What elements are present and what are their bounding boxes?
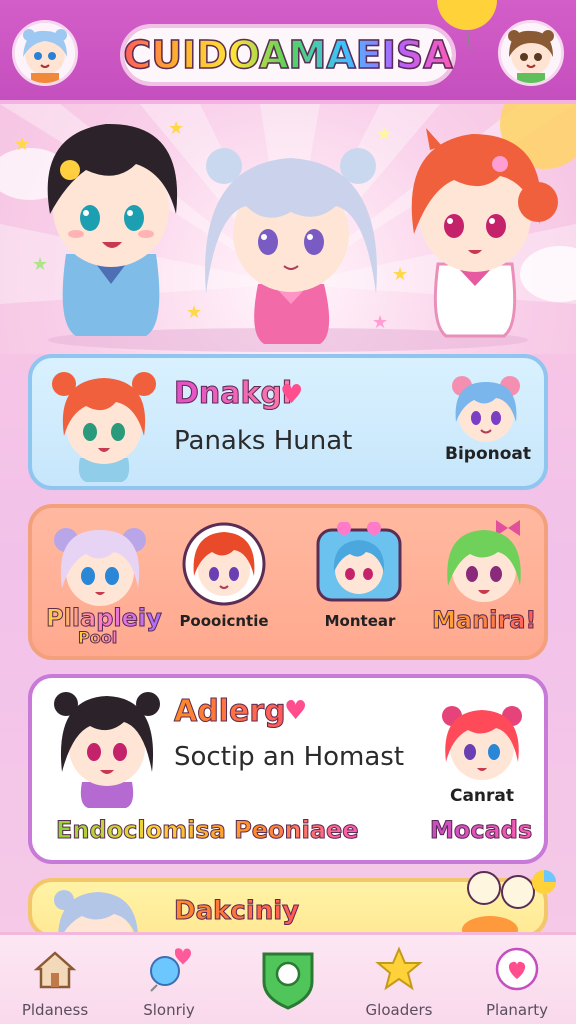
nav-item-slonriy[interactable]: Slonriy [114,945,224,1024]
balloons-icon [462,870,556,938]
blue-haired-chibi-portrait [452,376,520,442]
lavender-haired-chibi-portrait [54,528,146,606]
character-card-2[interactable]: Pllapleiy Pool Poooicntie Montear Manira… [28,504,548,660]
character-card-1[interactable]: Dnakgl ♥ Panaks Hunat Biponoat [28,354,548,490]
green-haired-chibi-portrait [447,520,521,602]
silver-haired-chibi-character [205,148,377,344]
orange-haired-chibi-portrait [52,372,156,482]
app-header: CUIDOAMAEISA [0,0,576,104]
slot-2-label: Poooicntie [179,612,269,630]
heart-balloon-icon [150,948,191,992]
house-icon [33,951,77,989]
slot-4-label: Manira! [431,606,537,635]
card-subtitle: Soctip an Homast [174,742,405,772]
blue-haired-chibi-portrait [316,522,402,602]
card-footer-right: Mocads [429,816,533,845]
heart-icon[interactable]: ♥ [284,696,307,726]
heart-circle-icon [495,947,539,991]
brown-haired-chibi-avatar-icon [501,23,561,83]
card-subtitle: Panaks Hunat [174,426,353,456]
slot-3-label: Montear [324,612,396,630]
card-title: Adlerg [174,694,287,730]
hero-banner: ★ ★ ★ ★ ★ ★ ★ [0,104,576,354]
black-haired-chibi-character [47,123,178,336]
star-icon [375,946,423,991]
nav-label: Gloaders [365,1001,433,1019]
blue-haired-chibi-avatar-icon [15,23,75,83]
nav-label: Pldaness [21,1001,89,1019]
card-title: Dakciniy [173,896,300,927]
card-footer-left: Endoclomisa Peoniaee [56,816,360,845]
red-haired-chibi-portrait [442,706,522,780]
nav-item-pldaness[interactable]: Pldaness [0,945,110,1024]
player-avatar-left[interactable] [12,20,78,86]
side-label: Canrat [449,786,515,806]
nav-label: Slonriy [143,1001,195,1019]
card-title: Dnakgl [173,376,293,412]
nav-item-gloaders[interactable]: Gloaders [344,945,454,1024]
silver-haired-chibi-portrait [54,890,138,934]
app-title: CUIDOAMAEISA [120,24,456,86]
nav-item-planarty[interactable]: Planarty [462,945,572,1024]
red-haired-chibi-portrait [182,522,266,606]
balloon-icon [437,0,497,50]
character-card-3[interactable]: Adlerg ♥ Soctip an Homast Canrat Endoclo… [28,674,548,864]
nav-label: Planarty [485,1001,549,1019]
slot-1-sublabel: Pool [77,628,118,648]
player-avatar-right[interactable] [498,20,564,86]
red-haired-chibi-character [411,128,558,338]
side-label: Biponoat [444,444,531,464]
dark-haired-chibi-portrait [54,692,160,808]
heart-icon[interactable]: ♥ [280,380,303,410]
map-pin-icon[interactable] [256,946,320,1010]
